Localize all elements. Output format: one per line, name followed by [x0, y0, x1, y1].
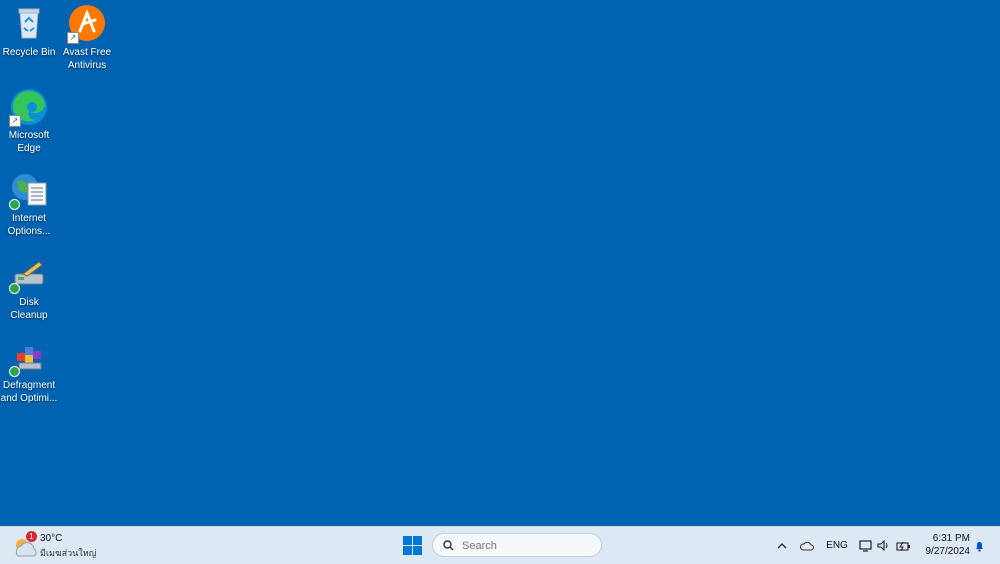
desktop: Recycle Bin ↗ Avast Free Antivirus ↗ Mic…	[0, 0, 1000, 526]
clock-time: 6:31 PM	[932, 533, 970, 544]
avast-icon: ↗	[67, 4, 107, 44]
language-indicator[interactable]: ENG	[822, 527, 852, 564]
notifications-button[interactable]	[972, 527, 986, 564]
start-button[interactable]	[403, 536, 422, 555]
desktop-icon-label: Recycle Bin	[2, 47, 56, 58]
desktop-icon-label: Microsoft Edge	[8, 130, 50, 154]
battery-tray-button[interactable]	[893, 527, 913, 564]
network-icon	[859, 539, 872, 552]
shortcut-arrow-icon: ↗	[9, 115, 21, 127]
desktop-icon-defragment[interactable]: Defragment and Optimi...	[0, 337, 58, 405]
defragment-icon	[9, 337, 49, 377]
desktop-icon-label: Internet Options...	[7, 213, 51, 237]
taskbar-search-box[interactable]	[432, 533, 602, 557]
desktop-icon-recycle-bin[interactable]: Recycle Bin	[0, 4, 58, 59]
speaker-icon	[877, 540, 888, 551]
desktop-icon-avast[interactable]: ↗ Avast Free Antivirus	[58, 4, 116, 72]
onedrive-tray-button[interactable]	[797, 527, 817, 564]
network-tray-button[interactable]	[857, 527, 875, 564]
bell-icon	[975, 541, 983, 552]
internet-options-icon	[9, 170, 49, 210]
check-badge-icon	[9, 199, 20, 210]
desktop-icon-disk-cleanup[interactable]: Disk Cleanup	[0, 254, 58, 322]
desktop-icon-internet-options[interactable]: Internet Options...	[0, 170, 58, 238]
taskbar: 1 30°C มีเมฆส่วนใหญ่ ENG	[0, 526, 1000, 564]
notification-badge: 1	[26, 531, 37, 542]
desktop-icon-label: Disk Cleanup	[10, 297, 48, 321]
volume-tray-button[interactable]	[875, 527, 891, 564]
desktop-icon-label: Defragment and Optimi...	[0, 380, 58, 404]
weather-widget[interactable]: 1 30°C มีเมฆส่วนใหญ่	[12, 531, 112, 561]
shortcut-arrow-icon: ↗	[67, 32, 79, 44]
chevron-up-icon	[777, 543, 787, 549]
desktop-icon-edge[interactable]: ↗ Microsoft Edge	[0, 87, 58, 155]
disk-cleanup-icon	[9, 254, 49, 294]
show-hidden-icons-button[interactable]	[774, 527, 790, 564]
battery-charging-icon	[895, 541, 910, 551]
search-icon	[443, 540, 454, 551]
taskbar-clock[interactable]: 6:31 PM 9/27/2024	[918, 532, 971, 558]
check-badge-icon	[9, 366, 20, 377]
check-badge-icon	[9, 283, 20, 294]
edge-icon: ↗	[9, 87, 49, 127]
weather-condition: มีเมฆส่วนใหญ่	[40, 548, 97, 558]
search-input[interactable]	[460, 537, 594, 555]
clock-date: 9/27/2024	[925, 546, 971, 557]
weather-temp: 30°C	[40, 533, 63, 544]
windows-logo-icon	[403, 536, 422, 555]
cloud-icon	[800, 541, 814, 550]
recycle-bin-icon	[9, 4, 49, 44]
desktop-icon-label: Avast Free Antivirus	[62, 47, 112, 71]
